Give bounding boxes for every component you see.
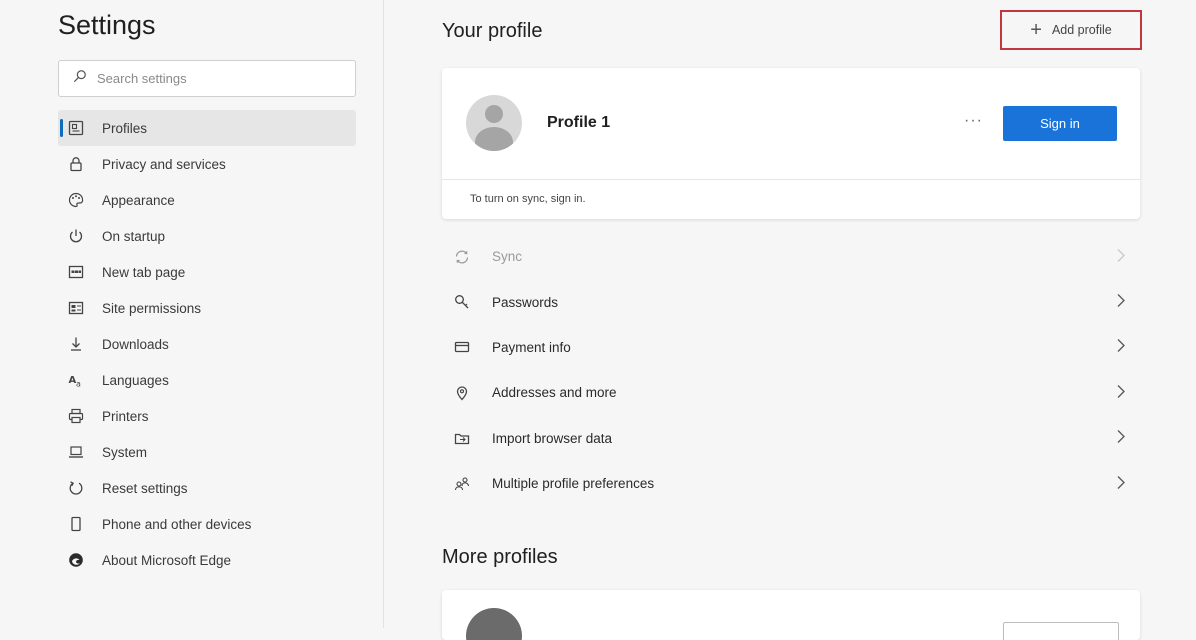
menu-item-import-browser-data[interactable]: Import browser data <box>442 416 1140 461</box>
sidebar-item-label: Downloads <box>102 336 169 352</box>
svg-text:a: a <box>76 380 81 389</box>
sidebar-item-label: Reset settings <box>102 480 188 496</box>
sidebar-item-new-tab-page[interactable]: New tab page <box>58 254 356 290</box>
power-icon <box>68 228 102 244</box>
more-profiles-title: More profiles <box>442 546 558 568</box>
key-icon <box>442 294 492 310</box>
credit-card-icon <box>442 339 492 355</box>
profile-card-icon <box>68 120 102 136</box>
search-box[interactable] <box>58 60 356 97</box>
card-divider <box>442 179 1140 180</box>
profile-settings-list: Sync Passwords Payment info Addresses an… <box>442 234 1140 506</box>
phone-icon <box>68 516 102 532</box>
sidebar-item-label: Appearance <box>102 192 175 208</box>
new-tab-icon <box>68 264 102 280</box>
site-permissions-icon <box>68 300 102 316</box>
sidebar-item-label: Phone and other devices <box>102 516 252 532</box>
menu-item-addresses[interactable]: Addresses and more <box>442 370 1140 415</box>
sidebar-item-on-startup[interactable]: On startup <box>58 218 356 254</box>
reset-icon <box>68 480 102 496</box>
sidebar-item-label: Privacy and services <box>102 156 226 172</box>
printer-icon <box>68 408 102 424</box>
sidebar-item-label: Site permissions <box>102 300 202 316</box>
menu-item-sync[interactable]: Sync <box>442 234 1140 279</box>
sign-in-button[interactable]: Sign in <box>1003 106 1117 141</box>
sidebar-item-label: On startup <box>102 228 166 244</box>
edge-logo-icon <box>68 552 102 568</box>
menu-item-label: Multiple profile preferences <box>492 476 655 492</box>
avatar[interactable] <box>466 95 522 151</box>
menu-item-passwords[interactable]: Passwords <box>442 279 1140 324</box>
sidebar-item-downloads[interactable]: Downloads <box>58 326 356 362</box>
menu-item-multiple-profile-preferences[interactable]: Multiple profile preferences <box>442 461 1140 506</box>
sidebar-item-site-permissions[interactable]: Site permissions <box>58 290 356 326</box>
chevron-right-icon <box>1116 247 1126 266</box>
switch-profile-button[interactable] <box>1003 622 1119 640</box>
settings-title: Settings <box>58 10 156 40</box>
settings-sidebar: Settings Profiles Privacy and services A… <box>0 0 384 628</box>
sidebar-item-profiles[interactable]: Profiles <box>58 110 356 146</box>
add-profile-label: Add profile <box>1051 23 1112 37</box>
sidebar-item-about-edge[interactable]: About Microsoft Edge <box>58 542 356 578</box>
sidebar-item-languages[interactable]: Aa Languages <box>58 362 356 398</box>
search-icon <box>73 69 87 88</box>
more-options-icon[interactable]: ··· <box>964 112 983 130</box>
sidebar-item-label: Languages <box>102 372 169 388</box>
plus-icon: + <box>1030 19 1042 41</box>
chevron-right-icon <box>1116 429 1126 448</box>
search-input[interactable] <box>95 70 339 87</box>
multiple-profiles-icon <box>442 476 492 492</box>
palette-icon <box>68 192 102 208</box>
chevron-right-icon <box>1116 383 1126 402</box>
sidebar-item-label: Profiles <box>102 120 148 136</box>
avatar[interactable] <box>466 608 522 640</box>
lock-icon <box>68 156 102 172</box>
sidebar-item-printers[interactable]: Printers <box>58 398 356 434</box>
sidebar-item-system[interactable]: System <box>58 434 356 470</box>
settings-nav: Profiles Privacy and services Appearance… <box>58 110 356 578</box>
profile-card: Profile 1 ··· Sign in To turn on sync, s… <box>442 68 1140 219</box>
menu-item-label: Passwords <box>492 294 559 310</box>
your-profile-title: Your profile <box>442 20 543 42</box>
add-profile-button[interactable]: + Add profile <box>1000 10 1142 50</box>
laptop-icon <box>68 444 102 460</box>
languages-icon: Aa <box>68 372 102 388</box>
sync-hint-text: To turn on sync, sign in. <box>470 193 586 205</box>
sidebar-item-label: Printers <box>102 408 149 424</box>
download-icon <box>68 336 102 352</box>
menu-item-label: Addresses and more <box>492 385 617 401</box>
menu-item-label: Sync <box>492 249 523 265</box>
menu-item-payment-info[interactable]: Payment info <box>442 325 1140 370</box>
chevron-right-icon <box>1116 293 1126 312</box>
sync-icon <box>442 249 492 265</box>
profile-name: Profile 1 <box>547 114 611 131</box>
sidebar-item-appearance[interactable]: Appearance <box>58 182 356 218</box>
sidebar-item-privacy[interactable]: Privacy and services <box>58 146 356 182</box>
chevron-right-icon <box>1116 474 1126 493</box>
location-pin-icon <box>442 385 492 401</box>
sidebar-item-label: New tab page <box>102 264 186 280</box>
import-icon <box>442 430 492 446</box>
sidebar-item-phone-devices[interactable]: Phone and other devices <box>58 506 356 542</box>
more-profile-card <box>442 590 1140 640</box>
menu-item-label: Payment info <box>492 339 571 355</box>
chevron-right-icon <box>1116 338 1126 357</box>
sidebar-item-label: System <box>102 444 148 460</box>
menu-item-label: Import browser data <box>492 430 613 446</box>
sidebar-item-label: About Microsoft Edge <box>102 552 232 568</box>
sidebar-item-reset-settings[interactable]: Reset settings <box>58 470 356 506</box>
